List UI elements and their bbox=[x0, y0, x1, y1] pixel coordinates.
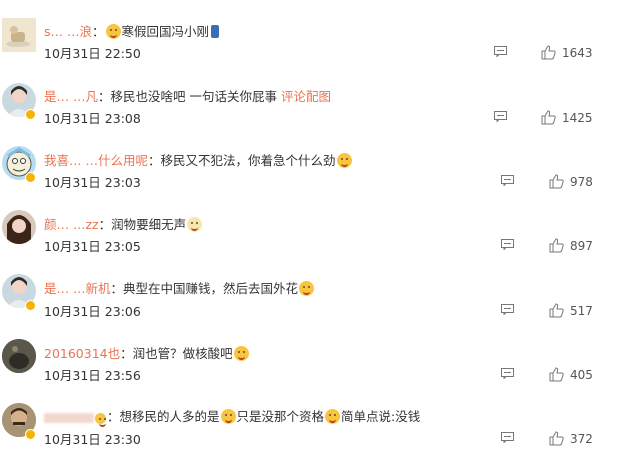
like-count: 978 bbox=[570, 174, 593, 189]
username-link[interactable]: s… …浪 bbox=[44, 24, 92, 39]
verified-badge bbox=[25, 109, 36, 120]
comment-line: ：想移民的人多的是 只是没那个资格 简单点说:没钱 bbox=[44, 406, 421, 427]
like-count: 1643 bbox=[562, 45, 593, 60]
like-button[interactable]: 1643 bbox=[541, 45, 593, 60]
separator: ： bbox=[120, 346, 133, 361]
cat-emoji-icon bbox=[187, 217, 203, 232]
avatar[interactable] bbox=[2, 339, 36, 373]
comment-text: 移民也没啥吧 一句话关你屁事 bbox=[110, 89, 281, 104]
like-count: 372 bbox=[570, 431, 593, 446]
comment-text: 寒假回国冯小刚 bbox=[121, 24, 210, 39]
verified-badge bbox=[25, 429, 36, 440]
comment-time: 10月31日 22:50 bbox=[44, 46, 141, 61]
thumbs-up-icon bbox=[549, 238, 564, 253]
like-button[interactable]: 978 bbox=[549, 174, 593, 189]
username-link[interactable] bbox=[44, 412, 94, 423]
comment-line: 20160314也：润也管？做核酸吧 bbox=[44, 343, 250, 362]
thumbs-up-icon bbox=[549, 431, 564, 446]
comment-icon bbox=[501, 432, 514, 443]
comment-icon bbox=[501, 368, 514, 379]
comment-icon bbox=[494, 46, 507, 57]
separator: ： bbox=[107, 409, 120, 424]
comment-text: 润物要细无声 bbox=[111, 217, 187, 232]
comment-line: 是… …凡：移民也没啥吧 一句话关你屁事 评论配图 bbox=[44, 86, 331, 105]
separator: ： bbox=[110, 281, 123, 296]
comment-time: 10月31日 23:30 bbox=[44, 432, 141, 447]
comment-line: 我喜… …什么用呢：移民又不犯法，你着急个什么劲 bbox=[44, 150, 353, 169]
thumbs-up-icon bbox=[549, 174, 564, 189]
laughing-emoji-icon bbox=[325, 409, 341, 424]
username-link[interactable]: 是… …新机 bbox=[44, 281, 110, 296]
like-button[interactable]: 897 bbox=[549, 238, 593, 253]
comment-time: 10月31日 23:08 bbox=[44, 111, 141, 126]
comment-icon bbox=[501, 175, 514, 186]
like-button[interactable]: 1425 bbox=[541, 110, 593, 125]
comment-icon bbox=[501, 304, 514, 315]
separator: ： bbox=[98, 217, 112, 232]
reply-button[interactable] bbox=[501, 239, 514, 250]
comment-line: s… …浪： 寒假回国冯小刚 bbox=[44, 21, 220, 40]
comment-text: 典型在中国赚钱，然后去国外花 bbox=[123, 281, 299, 296]
comment-item: 是… …新机：典型在中国赚钱，然后去国外花 10月31日 23:06 517 bbox=[0, 270, 617, 334]
comment-item: 是… …凡：移民也没啥吧 一句话关你屁事 评论配图 10月31日 23:08 1… bbox=[0, 78, 617, 142]
comment-time: 10月31日 23:06 bbox=[44, 304, 141, 319]
like-count: 405 bbox=[570, 367, 593, 382]
comment-time: 10月31日 23:03 bbox=[44, 175, 141, 190]
reply-button[interactable] bbox=[501, 432, 514, 443]
figure-icon bbox=[211, 25, 220, 38]
thumbs-up-icon bbox=[541, 110, 556, 125]
shocked-emoji-icon bbox=[299, 281, 315, 296]
comment-item: s… …浪： 寒假回国冯小刚 10月31日 22:50 1643 bbox=[0, 0, 617, 64]
separator: ： bbox=[147, 153, 161, 168]
comment-item: ：想移民的人多的是 只是没那个资格 简单点说:没钱 10月31日 23:30 372 bbox=[0, 399, 617, 463]
comment-item: 颜… …zz：润物要细无声 10月31日 23:05 897 bbox=[0, 206, 617, 270]
like-button[interactable]: 405 bbox=[549, 367, 593, 382]
comment-text: 想移民的人多的是 bbox=[119, 409, 220, 424]
comment-item: 20160314也：润也管？做核酸吧 10月31日 23:56 405 bbox=[0, 336, 617, 400]
like-button[interactable]: 517 bbox=[549, 303, 593, 318]
comment-item: 我喜… …什么用呢：移民又不犯法，你着急个什么劲 10月31日 23:03 97… bbox=[0, 142, 617, 206]
comment-time: 10月31日 23:05 bbox=[44, 239, 141, 254]
separator: ： bbox=[92, 24, 105, 39]
reply-button[interactable] bbox=[494, 111, 507, 122]
username-link[interactable]: 是… …凡 bbox=[44, 89, 98, 104]
reply-button[interactable] bbox=[501, 304, 514, 315]
thumbs-up-icon bbox=[541, 45, 556, 60]
reply-button[interactable] bbox=[501, 368, 514, 379]
username-link[interactable]: 20160314也 bbox=[44, 346, 120, 361]
verified-badge bbox=[25, 300, 36, 311]
thumbs-up-icon bbox=[549, 367, 564, 382]
comment-text-3: 简单点说:没钱 bbox=[341, 409, 421, 424]
laughing-emoji-icon bbox=[336, 153, 352, 168]
emoji-icon bbox=[105, 24, 121, 39]
comment-list: s… …浪： 寒假回国冯小刚 10月31日 22:50 1643 是… …凡：移民… bbox=[0, 0, 617, 463]
like-count: 897 bbox=[570, 238, 593, 253]
comment-text-2: 只是没那个资格 bbox=[236, 409, 325, 424]
username-link[interactable]: 我喜… …什么用呢 bbox=[44, 153, 148, 168]
comment-line: 颜… …zz：润物要细无声 bbox=[44, 214, 203, 233]
verified-badge bbox=[25, 172, 36, 183]
comment-text: 润也管？做核酸吧 bbox=[132, 346, 233, 361]
like-count: 1425 bbox=[562, 110, 593, 125]
comment-line: 是… …新机：典型在中国赚钱，然后去国外花 bbox=[44, 278, 315, 297]
reply-button[interactable] bbox=[494, 46, 507, 57]
comment-icon bbox=[501, 239, 514, 250]
username-link[interactable]: 颜… …zz bbox=[44, 217, 99, 232]
emoji-icon bbox=[95, 413, 106, 427]
comment-time: 10月31日 23:56 bbox=[44, 368, 141, 383]
reply-button[interactable] bbox=[501, 175, 514, 186]
emoji-icon bbox=[220, 409, 236, 424]
comment-text: 移民又不犯法，你着急个什么劲 bbox=[160, 153, 336, 168]
like-button[interactable]: 372 bbox=[549, 431, 593, 446]
thumbs-up-icon bbox=[549, 303, 564, 318]
image-link[interactable]: 评论配图 bbox=[281, 89, 331, 104]
heart-eyes-emoji-icon bbox=[233, 346, 249, 361]
avatar[interactable] bbox=[2, 18, 36, 52]
comment-icon bbox=[494, 111, 507, 122]
like-count: 517 bbox=[570, 303, 593, 318]
avatar[interactable] bbox=[2, 210, 36, 244]
separator: ： bbox=[97, 89, 111, 104]
